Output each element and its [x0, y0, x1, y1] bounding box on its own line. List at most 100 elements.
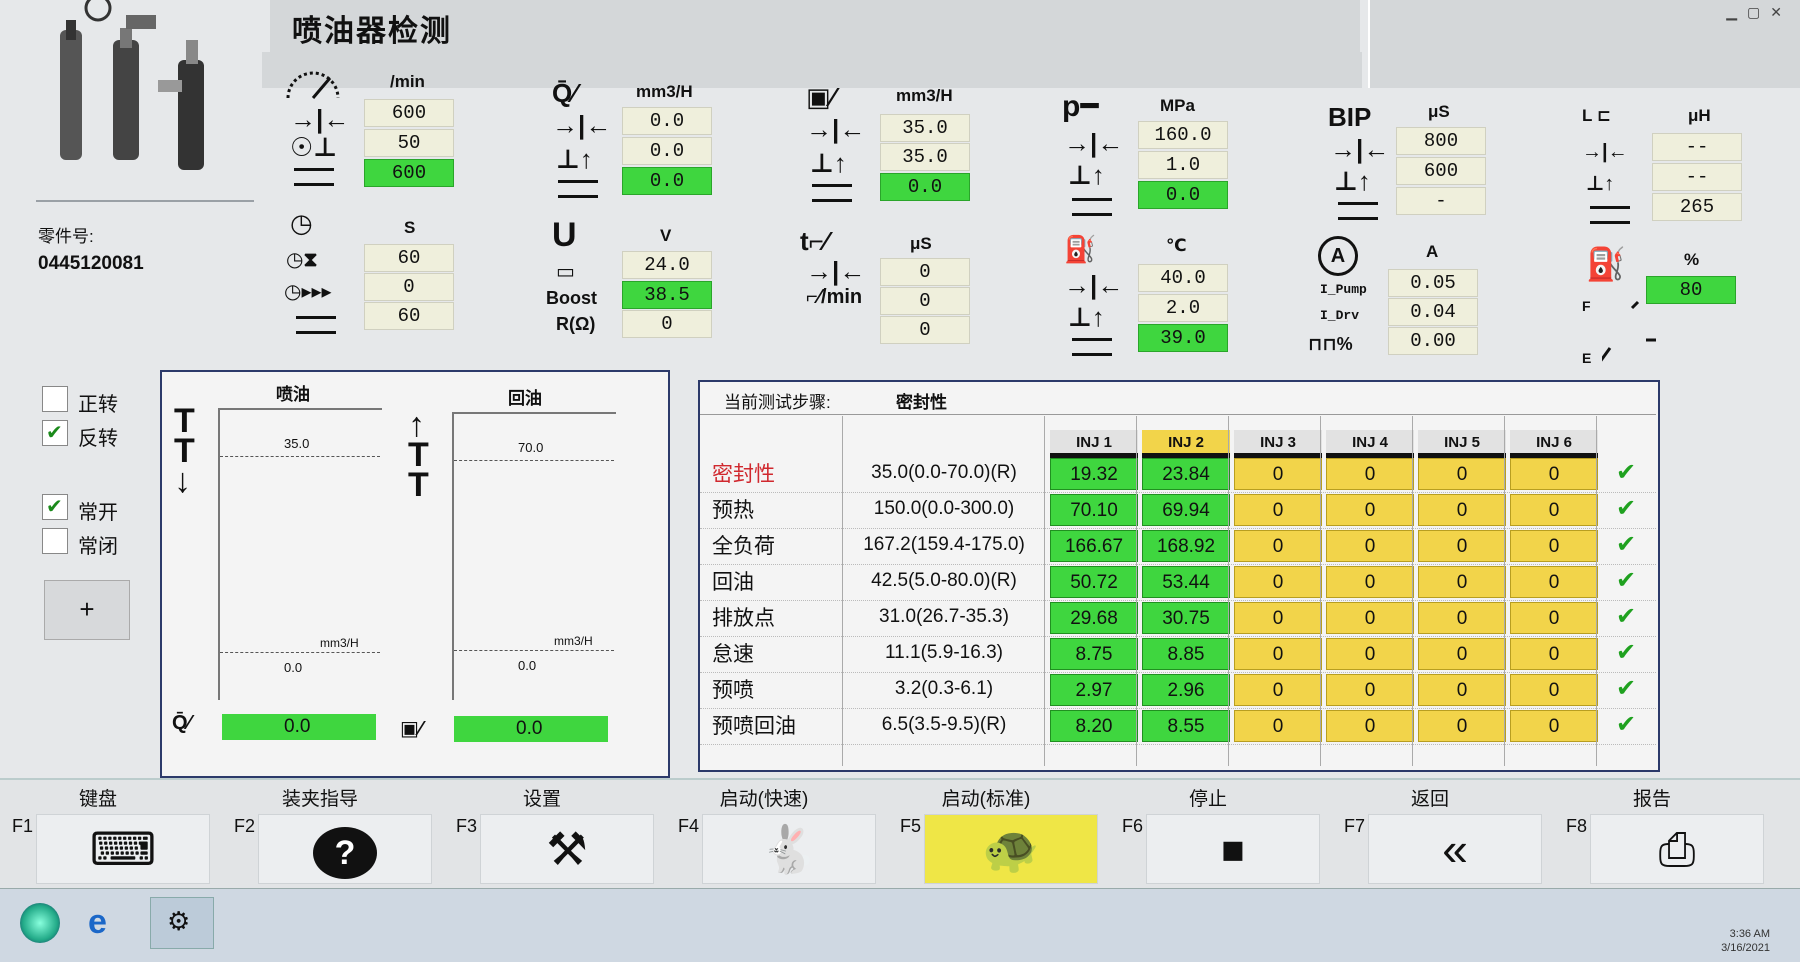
per-minute-label: ⌐⁄/min: [806, 286, 863, 308]
minimize-icon[interactable]: ▁: [1726, 4, 1737, 21]
inductance-icon: L ⊏: [1582, 106, 1612, 125]
close-icon[interactable]: ✕: [1770, 4, 1782, 21]
normally-closed-checkbox[interactable]: [42, 528, 68, 554]
per-minute-text: /min: [821, 286, 863, 308]
actual-icon: [296, 316, 336, 334]
fkey-face[interactable]: ⏹: [1146, 814, 1320, 884]
bip-set[interactable]: 800: [1396, 127, 1486, 155]
turtle-icon: 🐢: [982, 823, 1040, 875]
column-header-inj4[interactable]: INJ 4: [1326, 430, 1414, 458]
inj-gauge-area: 35.0 mm3/H 0.0: [218, 408, 382, 700]
setpoint-icon: →|←: [1582, 141, 1628, 163]
start-button[interactable]: [20, 903, 60, 943]
induct-set[interactable]: --: [1652, 133, 1742, 161]
part-number: 0445120081: [38, 253, 144, 274]
pulse-v2[interactable]: 0: [880, 287, 970, 315]
pulse-unit: μS: [910, 234, 932, 253]
fkey-f2-button[interactable]: 装夹指导 F2?: [230, 778, 450, 888]
result-cell: 0: [1510, 638, 1598, 670]
maximize-icon[interactable]: ▢: [1747, 4, 1760, 21]
fkey-label: 启动(标准): [941, 789, 1031, 810]
ret-min-line: [454, 650, 614, 651]
time-actual: 60: [364, 302, 454, 330]
fkey-face[interactable]: «: [1368, 814, 1542, 884]
volt-set[interactable]: 24.0: [622, 251, 712, 279]
setpoint-icon: →|←: [806, 256, 866, 286]
inj-max-line: [220, 456, 380, 457]
fkey-f4-button[interactable]: 启动(快速) F4 🐇: [674, 778, 894, 888]
ret-qty-tol[interactable]: 35.0: [880, 143, 970, 171]
result-cell: 0: [1510, 602, 1598, 634]
reverse-checkbox[interactable]: [42, 420, 68, 446]
result-cell: 53.44: [1142, 566, 1230, 598]
fkey-face[interactable]: ?: [258, 814, 432, 884]
fkey-f1-button[interactable]: 键盘 F1 ⌨: [8, 778, 228, 888]
speed-tol[interactable]: 50: [364, 129, 454, 157]
fuel-empty-label: E: [1582, 350, 1592, 366]
fkey-face[interactable]: ⎙: [1590, 814, 1764, 884]
normally-open-checkbox[interactable]: [42, 494, 68, 520]
induct-tol[interactable]: --: [1652, 163, 1742, 191]
result-cell: 0: [1234, 494, 1322, 526]
voltage-u-icon: U: [552, 216, 577, 254]
temp-tol[interactable]: 2.0: [1138, 294, 1228, 322]
pressure-tol[interactable]: 1.0: [1138, 151, 1228, 179]
result-cell: 69.94: [1142, 494, 1230, 526]
pwm-label: ⊓⊓%: [1308, 334, 1353, 355]
inj-qty-set[interactable]: 0.0: [622, 107, 712, 135]
ret-qty-set[interactable]: 35.0: [880, 114, 970, 142]
column-header-inj5[interactable]: INJ 5: [1418, 430, 1506, 458]
row-divider: [700, 708, 1656, 709]
pressure-set[interactable]: 160.0: [1138, 121, 1228, 149]
injector-image-icon: [60, 0, 204, 170]
help-icon: ?: [313, 827, 377, 879]
fkey-face[interactable]: 🐇: [702, 814, 876, 884]
column-header-inj2[interactable]: INJ 2: [1142, 430, 1230, 458]
tachometer-icon: [286, 71, 340, 99]
title-bar: 喷油器检测: [270, 0, 1360, 52]
column-header-inj1[interactable]: INJ 1: [1050, 430, 1138, 458]
time-set[interactable]: 60: [364, 244, 454, 272]
fkey-f3-button[interactable]: 设置 F3 ⚒: [452, 778, 672, 888]
row-divider: [700, 744, 1656, 745]
pwm-value: 0.00: [1388, 327, 1478, 355]
row-spec: 31.0(26.7-35.3): [879, 606, 1009, 627]
row-name: 排放点: [712, 607, 775, 630]
pwm-unit: %: [1336, 334, 1353, 354]
pass-check-icon: ✔: [1616, 675, 1637, 702]
browser-icon[interactable]: e: [88, 903, 107, 942]
pulse-v1[interactable]: 0: [880, 258, 970, 286]
tolerance-icon: ⊥↑: [1334, 166, 1371, 196]
bip-tol[interactable]: 600: [1396, 157, 1486, 185]
time-tol[interactable]: 0: [364, 273, 454, 301]
return-flow-icon: ▣⁄: [806, 82, 835, 112]
fkey-f5-button[interactable]: 启动(标准) F5 🐢: [896, 778, 1116, 888]
inj-qty-tol[interactable]: 0.0: [622, 137, 712, 165]
column-header-inj6[interactable]: INJ 6: [1510, 430, 1598, 458]
pressure-rail-icon: p━: [1062, 90, 1099, 123]
ret-qty-unit: mm3/H: [896, 86, 953, 105]
temp-set[interactable]: 40.0: [1138, 264, 1228, 292]
fkey-face[interactable]: ⌨: [36, 814, 210, 884]
column-divider: [842, 416, 843, 766]
app-taskbar-button[interactable]: ⚙: [150, 897, 214, 949]
ret-direction-icon: ↑ T T: [408, 406, 429, 504]
add-button[interactable]: +: [44, 580, 130, 640]
printer-icon: ⎙: [1658, 823, 1696, 875]
forward-label: 正转: [78, 394, 118, 416]
fkey-face[interactable]: ⚒: [480, 814, 654, 884]
forward-checkbox[interactable]: [42, 386, 68, 412]
fkey-face[interactable]: 🐢: [924, 814, 1098, 884]
pass-check-icon: ✔: [1616, 459, 1637, 486]
row-spec: 3.2(0.3-6.1): [894, 678, 994, 699]
pulse-v3[interactable]: 0: [880, 316, 970, 344]
fkey-f7-button[interactable]: 返回 F7 «: [1340, 778, 1560, 888]
actual-icon: [1072, 338, 1112, 356]
speed-set[interactable]: 600: [364, 99, 454, 127]
fkey-f6-button[interactable]: 停止 F6 ⏹: [1118, 778, 1338, 888]
fkey-f8-button[interactable]: 报告 F8 ⎙: [1562, 778, 1782, 888]
inj-gauge-title: 喷油: [276, 385, 310, 404]
flow-q-icon: Q̄⁄: [552, 78, 577, 108]
column-header-inj3[interactable]: INJ 3: [1234, 430, 1322, 458]
ammeter-icon: A: [1318, 236, 1358, 276]
